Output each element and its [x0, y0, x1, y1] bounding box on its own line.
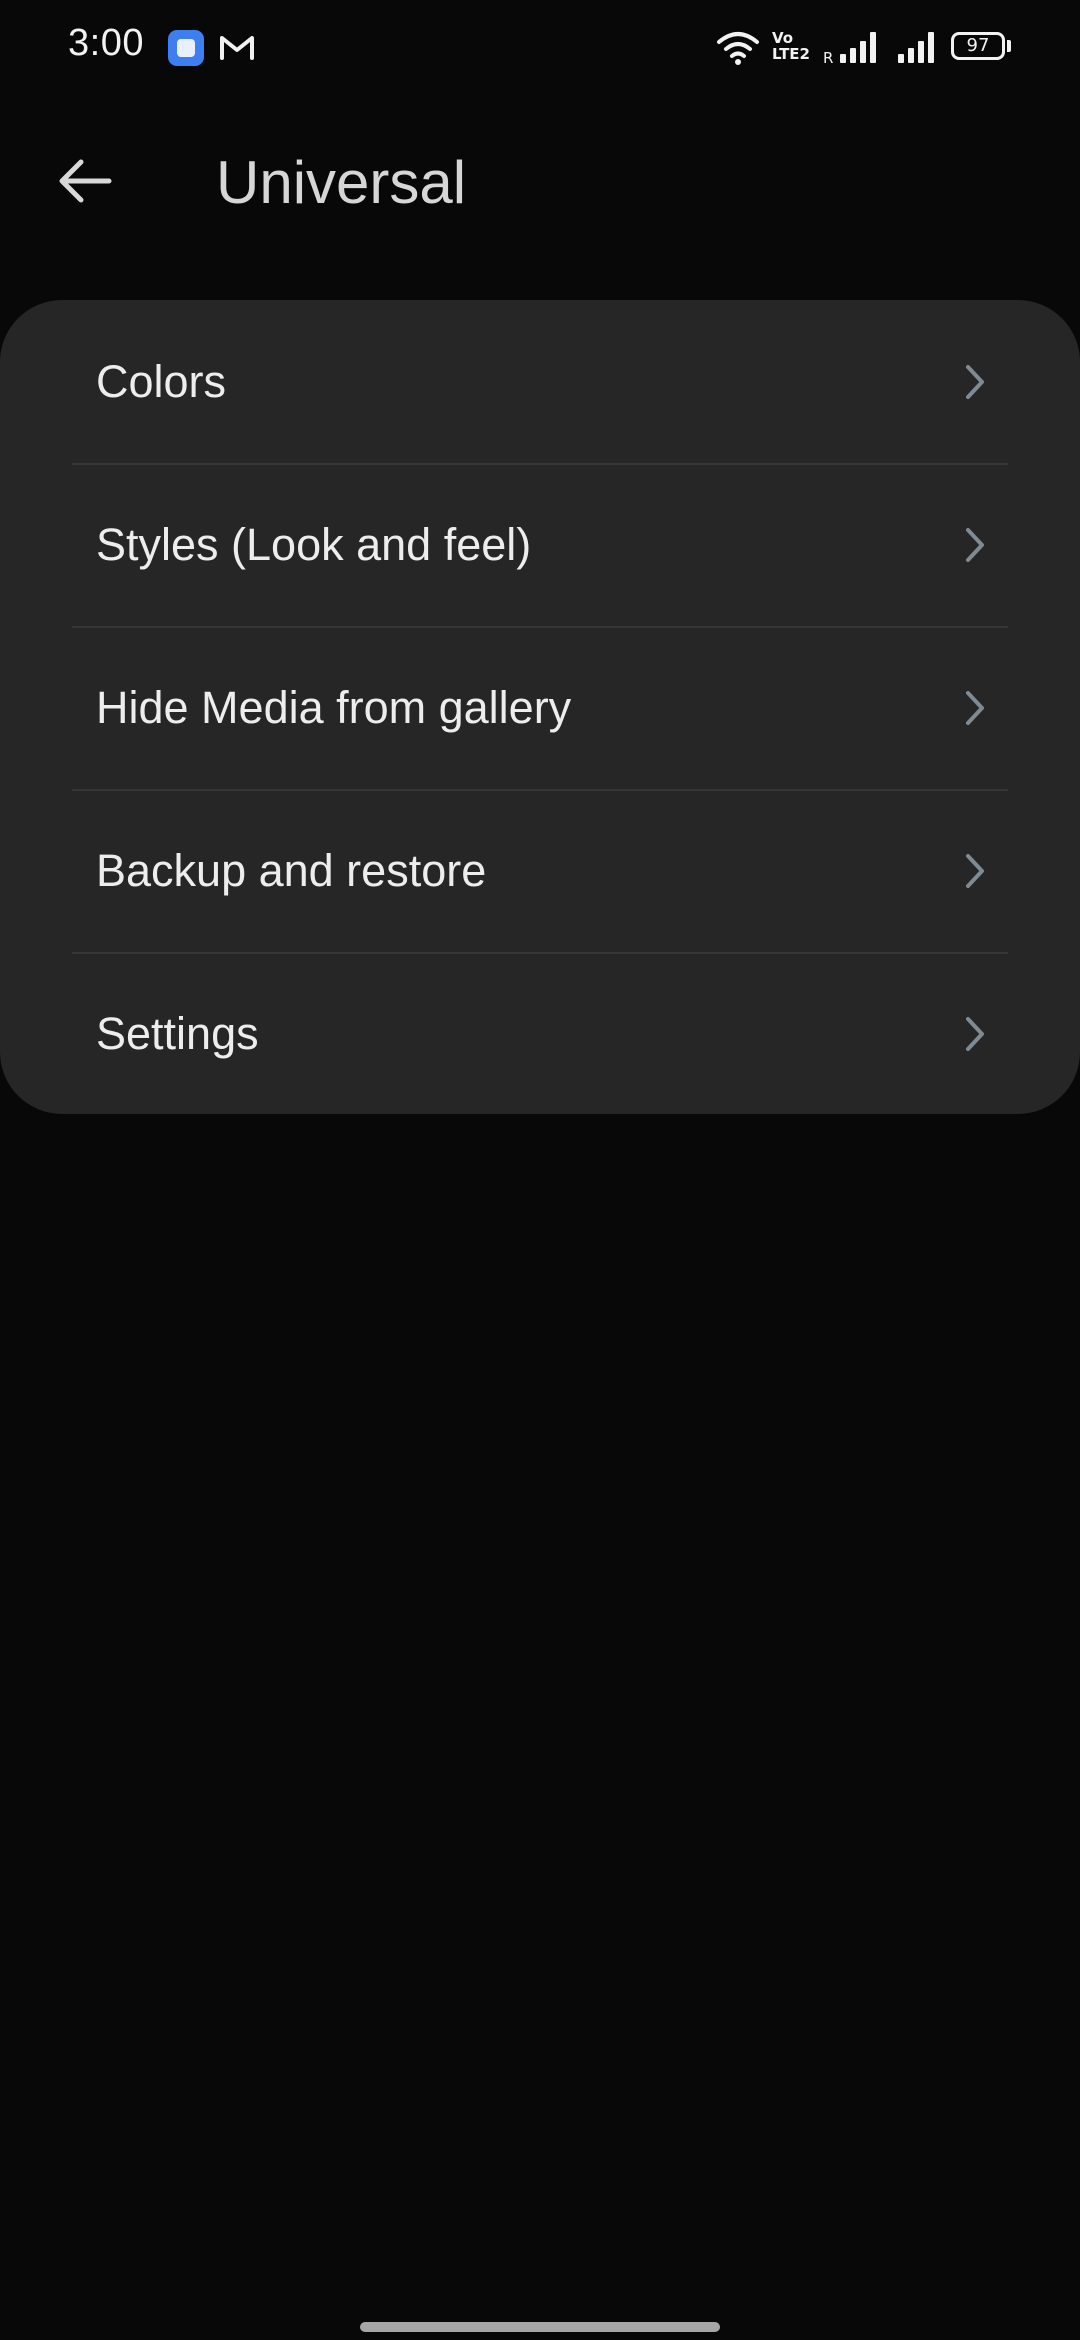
- menu-item-settings[interactable]: Settings: [0, 952, 1080, 1114]
- menu-item-label: Backup and restore: [96, 844, 487, 896]
- app-bar: Universal: [0, 96, 1080, 266]
- status-bar: 3:00 Vo LTE2 R 97: [0, 0, 1080, 96]
- wifi-icon: [716, 30, 760, 71]
- app-notification-icon: [168, 30, 204, 66]
- signal-icon: [838, 30, 882, 69]
- gesture-navigation-bar[interactable]: [360, 2322, 720, 2332]
- menu-item-hide-media[interactable]: Hide Media from gallery: [0, 626, 1080, 789]
- volte-line2: LTE2: [772, 45, 810, 63]
- chevron-right-icon: [960, 851, 990, 891]
- battery-tip: [1007, 40, 1011, 52]
- menu-item-label: Styles (Look and feel): [96, 518, 532, 570]
- gmail-icon: [218, 30, 256, 69]
- page-title: Universal: [216, 149, 467, 216]
- chevron-right-icon: [960, 688, 990, 728]
- menu-item-label: Hide Media from gallery: [96, 681, 572, 733]
- chevron-right-icon: [960, 1014, 990, 1054]
- menu-card: Colors Styles (Look and feel) Hide Media…: [0, 300, 1080, 1114]
- menu-item-styles[interactable]: Styles (Look and feel): [0, 463, 1080, 626]
- roaming-indicator: R: [823, 49, 834, 67]
- arrow-left-icon: [59, 159, 112, 203]
- menu-item-label: Colors: [96, 355, 227, 407]
- menu-item-backup-restore[interactable]: Backup and restore: [0, 789, 1080, 952]
- back-button[interactable]: [40, 136, 130, 226]
- menu-item-label: Settings: [96, 1007, 259, 1059]
- volte-icon: Vo LTE2: [772, 30, 812, 62]
- status-icons: Vo LTE2 R 97: [660, 0, 1080, 96]
- signal-icon: [896, 30, 940, 69]
- status-time: 3:00: [68, 22, 144, 64]
- chevron-right-icon: [960, 525, 990, 565]
- chevron-right-icon: [960, 362, 990, 402]
- menu-item-colors[interactable]: Colors: [0, 300, 1080, 463]
- battery-icon: 97: [951, 32, 1005, 60]
